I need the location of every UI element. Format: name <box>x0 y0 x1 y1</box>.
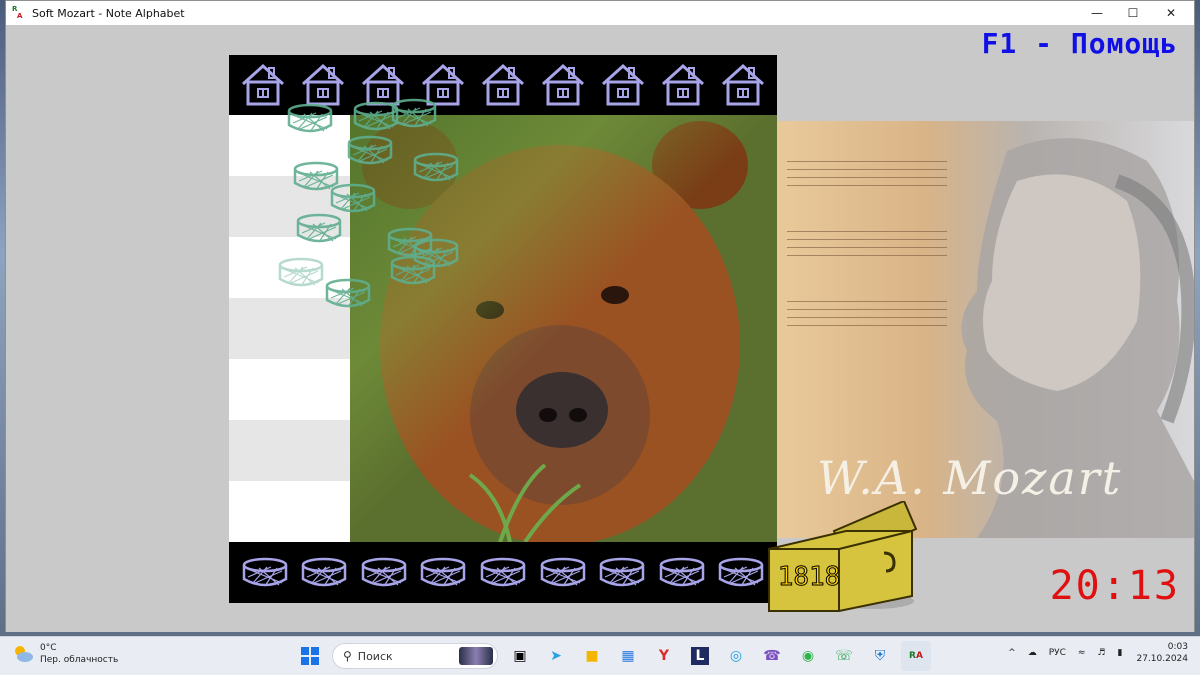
mozart-signature: W.A. Mozart <box>817 451 1123 505</box>
l-app-button[interactable]: L <box>685 641 715 671</box>
house-icon <box>599 62 647 108</box>
app-window: RA Soft Mozart - Note Alphabet — ☐ ✕ F1 … <box>5 0 1195 632</box>
falling-basket-icon[interactable] <box>346 135 394 167</box>
house-icon <box>659 62 707 108</box>
falling-basket-icon[interactable] <box>324 278 372 310</box>
wifi-icon[interactable]: ≈ <box>1078 648 1086 658</box>
weather-widget[interactable]: 0°C Пер. облачность <box>12 642 118 666</box>
house-icon <box>239 62 287 108</box>
system-time: 0:03 <box>1167 642 1188 652</box>
basket-row <box>229 542 777 603</box>
windows-icon <box>301 647 319 665</box>
cloud-sun-icon <box>15 646 33 662</box>
search-highlight-image <box>459 647 493 665</box>
falling-basket-icon[interactable] <box>295 213 343 245</box>
basket-slot-icon[interactable] <box>360 553 408 593</box>
start-button[interactable] <box>295 641 325 671</box>
weather-desc: Пер. облачность <box>40 655 119 665</box>
basket-slot-icon[interactable] <box>539 553 587 593</box>
search-placeholder: Поиск <box>357 649 393 663</box>
store-button[interactable]: ▦ <box>613 641 643 671</box>
falling-basket-icon[interactable] <box>286 103 334 135</box>
falling-basket-icon[interactable] <box>277 257 325 289</box>
basket-slot-icon[interactable] <box>479 553 527 593</box>
store-icon: ▦ <box>621 648 635 664</box>
house-icon <box>539 62 587 108</box>
close-button[interactable]: ✕ <box>1148 1 1194 25</box>
edge-icon: ◎ <box>729 648 743 664</box>
yandex-button[interactable]: Y <box>649 641 679 671</box>
treasure-chest-icon <box>768 501 918 612</box>
basket-slot-icon[interactable] <box>419 553 467 593</box>
weather-temp: 0°C <box>40 643 57 653</box>
basket-slot-icon[interactable] <box>241 553 289 593</box>
game-timer: 20:13 <box>1049 563 1180 609</box>
falling-basket-icon[interactable] <box>390 98 438 130</box>
game-board[interactable] <box>229 55 777 603</box>
window-title: Soft Mozart - Note Alphabet <box>32 6 185 20</box>
viber-icon: ☎ <box>763 648 781 664</box>
falling-basket-icon[interactable] <box>329 183 377 215</box>
soft-mozart-app-icon: RA <box>909 651 923 661</box>
soft-mozart-app-icon: RA <box>12 5 23 20</box>
wechat-icon: ◉ <box>801 648 815 664</box>
falling-basket-icon[interactable] <box>389 255 437 287</box>
taskbar-search[interactable]: ⚲ Поиск <box>332 643 498 669</box>
folder-icon: ■ <box>585 648 599 664</box>
battery-icon[interactable]: ▮ <box>1118 648 1123 658</box>
vpn-button[interactable]: ⛨ <box>865 641 895 671</box>
title-bar[interactable]: RA Soft Mozart - Note Alphabet — ☐ ✕ <box>6 1 1194 25</box>
wechat-button[interactable]: ◉ <box>793 641 823 671</box>
system-date: 27.10.2024 <box>1136 654 1188 664</box>
house-icon <box>479 62 527 108</box>
soft-mozart-taskbar-button[interactable]: RA <box>901 641 931 671</box>
chevron-up-icon[interactable]: ^ <box>1008 648 1016 658</box>
search-icon: ⚲ <box>343 649 352 663</box>
taskbar: 0°C Пер. облачность ⚲ Поиск ▣ ➤ ■ ▦ Y L … <box>0 636 1200 675</box>
score-counter: 1818 <box>777 562 841 593</box>
basket-slot-icon[interactable] <box>658 553 706 593</box>
volume-icon[interactable]: ♬ <box>1097 648 1105 658</box>
viber-button[interactable]: ☎ <box>757 641 787 671</box>
l-app-icon: L <box>690 647 710 665</box>
yandex-icon: Y <box>658 648 670 664</box>
whatsapp-icon: ☏ <box>835 648 853 664</box>
telegram-button[interactable]: ➤ <box>541 641 571 671</box>
house-icon <box>719 62 767 108</box>
mozart-portrait: W.A. Mozart <box>777 121 1194 538</box>
basket-slot-icon[interactable] <box>598 553 646 593</box>
cloud-icon[interactable]: ☁ <box>1028 648 1037 658</box>
basket-slot-icon[interactable] <box>717 553 765 593</box>
telegram-icon: ➤ <box>550 648 562 664</box>
file-explorer-button[interactable]: ■ <box>577 641 607 671</box>
help-hint: F1 - Помощь <box>981 27 1178 60</box>
whatsapp-button[interactable]: ☏ <box>829 641 859 671</box>
language-indicator[interactable]: РУС <box>1049 648 1066 658</box>
shield-icon: ⛨ <box>874 648 886 664</box>
edge-button[interactable]: ◎ <box>721 641 751 671</box>
task-view-button[interactable]: ▣ <box>505 641 535 671</box>
game-area: F1 - Помощь W.A. Mozart 1818 20:13 <box>6 25 1194 632</box>
system-clock[interactable]: 0:03 27.10.2024 <box>1136 641 1188 665</box>
basket-slot-icon[interactable] <box>300 553 348 593</box>
house-icon <box>299 62 347 108</box>
task-view-icon: ▣ <box>513 648 527 664</box>
falling-basket-icon[interactable] <box>412 152 460 184</box>
